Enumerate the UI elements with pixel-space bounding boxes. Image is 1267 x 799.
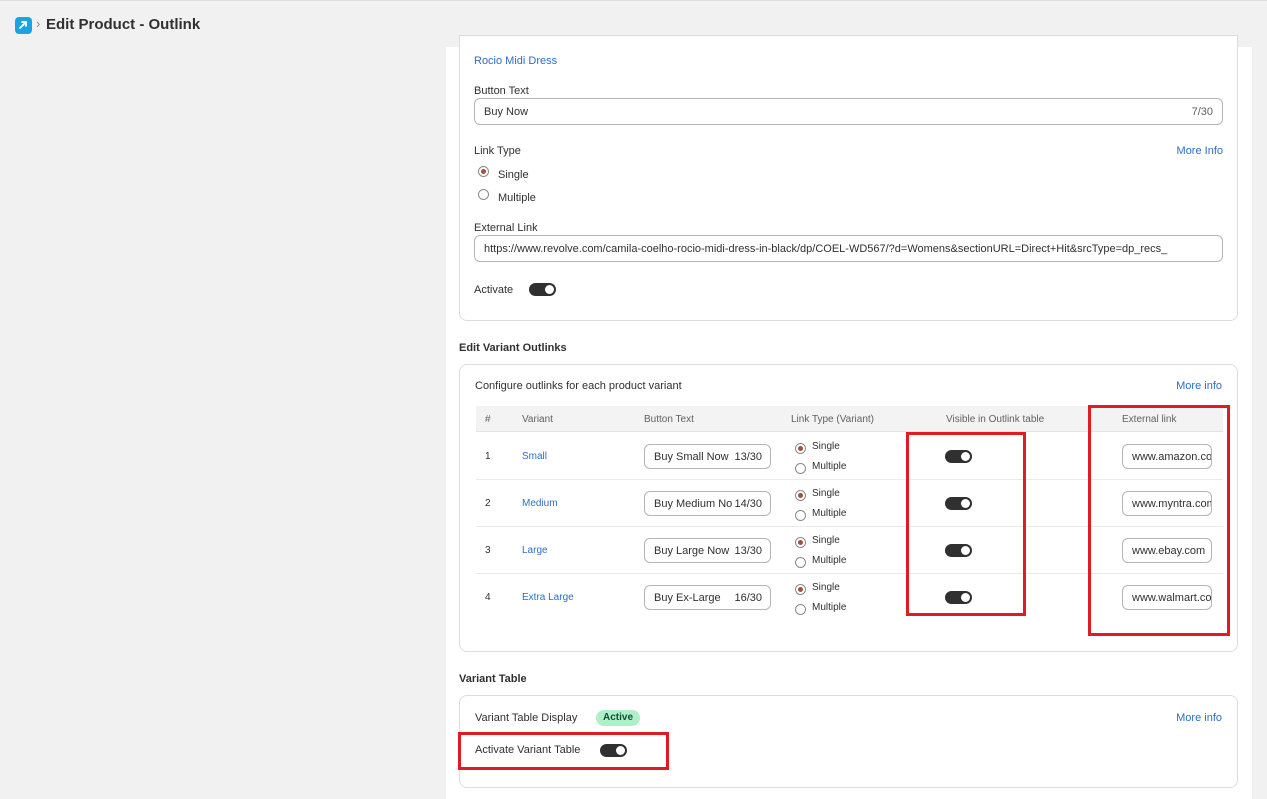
link-type-label: Link Type (474, 145, 521, 157)
status-badge: Active (596, 710, 641, 726)
page-title: Edit Product - Outlink (46, 16, 201, 33)
variant-button-text-input[interactable]: Buy Large Now 13/30 (644, 538, 771, 563)
variant-name-link[interactable]: Large (522, 545, 548, 556)
variant-single-radio[interactable] (795, 537, 806, 548)
variant-multiple-radio[interactable] (795, 604, 806, 615)
variant-button-text-count: 13/30 (732, 451, 762, 463)
variant-more-info-link[interactable]: More info (1176, 380, 1222, 392)
variant-button-text-input[interactable]: Buy Medium Now 14/30 (644, 491, 771, 516)
variant-table-title: Variant Table (459, 673, 527, 685)
variant-button-text-count: 14/30 (732, 498, 762, 510)
app-icon[interactable] (15, 17, 32, 34)
variant-button-text-value: Buy Small Now (654, 451, 729, 463)
row-number: 4 (485, 592, 491, 603)
external-link-value: https://www.revolve.com/camila-coelho-ro… (484, 243, 1168, 255)
row-number: 2 (485, 498, 491, 509)
link-type-multiple-radio[interactable] (478, 189, 489, 200)
variant-multiple-label: Multiple (812, 508, 847, 519)
variant-button-text-count: 13/30 (732, 545, 762, 557)
activate-toggle[interactable] (529, 283, 556, 296)
variant-name-link[interactable]: Medium (522, 498, 558, 509)
visible-column-highlight (906, 432, 1026, 616)
variant-button-text-count: 16/30 (732, 592, 762, 604)
variant-single-label: Single (812, 488, 840, 499)
variant-multiple-radio[interactable] (795, 463, 806, 474)
link-type-single-label: Single (498, 169, 529, 181)
variant-button-text-value: Buy Medium Now (654, 498, 741, 510)
activate-label: Activate (474, 284, 514, 296)
variant-multiple-label: Multiple (812, 555, 847, 566)
variant-table-display-label: Variant Table Display (475, 712, 578, 724)
link-type-single-radio[interactable] (478, 166, 489, 177)
variant-outlinks-title: Edit Variant Outlinks (459, 342, 567, 354)
variant-button-text-input[interactable]: Buy Ex-Large 16/30 (644, 585, 771, 610)
button-text-value: Buy Now (484, 106, 529, 118)
button-text-count: 7/30 (1191, 106, 1213, 118)
col-link-type: Link Type (Variant) (791, 414, 875, 425)
variant-outlinks-description: Configure outlinks for each product vari… (475, 380, 682, 392)
variant-multiple-label: Multiple (812, 461, 847, 472)
variant-single-radio[interactable] (795, 443, 806, 454)
external-link-label: External Link (474, 222, 538, 234)
breadcrumb-chevron-icon: › (36, 16, 41, 31)
link-type-more-info-link[interactable]: More Info (1177, 145, 1223, 157)
col-visible: Visible in Outlink table (946, 414, 1045, 425)
button-text-label: Button Text (474, 85, 529, 97)
variant-button-text-value: Buy Large Now (654, 545, 730, 557)
variant-multiple-radio[interactable] (795, 557, 806, 568)
variant-single-label: Single (812, 535, 840, 546)
external-link-column-highlight (1088, 405, 1230, 636)
button-text-input[interactable]: Buy Now 7/30 (474, 98, 1223, 125)
variant-button-text-value: Buy Ex-Large (654, 592, 721, 604)
col-button-text: Button Text (644, 414, 694, 425)
variant-name-link[interactable]: Extra Large (522, 592, 574, 603)
variant-single-radio[interactable] (795, 490, 806, 501)
variant-single-label: Single (812, 441, 840, 452)
variant-table-more-info-link[interactable]: More info (1176, 712, 1222, 724)
variant-single-label: Single (812, 582, 840, 593)
product-outlink-card: Rocio Midi Dress Button Text Buy Now 7/3… (459, 35, 1238, 321)
external-link-input[interactable]: https://www.revolve.com/camila-coelho-ro… (474, 235, 1223, 262)
row-number: 1 (485, 451, 491, 462)
row-number: 3 (485, 545, 491, 556)
variant-multiple-radio[interactable] (795, 510, 806, 521)
activate-variant-table-highlight (458, 732, 669, 770)
col-number: # (485, 414, 491, 425)
link-type-multiple-label: Multiple (498, 192, 536, 204)
product-name-link[interactable]: Rocio Midi Dress (474, 55, 557, 67)
variant-multiple-label: Multiple (812, 602, 847, 613)
variant-button-text-input[interactable]: Buy Small Now 13/30 (644, 444, 771, 469)
variant-single-radio[interactable] (795, 584, 806, 595)
variant-name-link[interactable]: Small (522, 451, 547, 462)
col-variant: Variant (522, 414, 553, 425)
